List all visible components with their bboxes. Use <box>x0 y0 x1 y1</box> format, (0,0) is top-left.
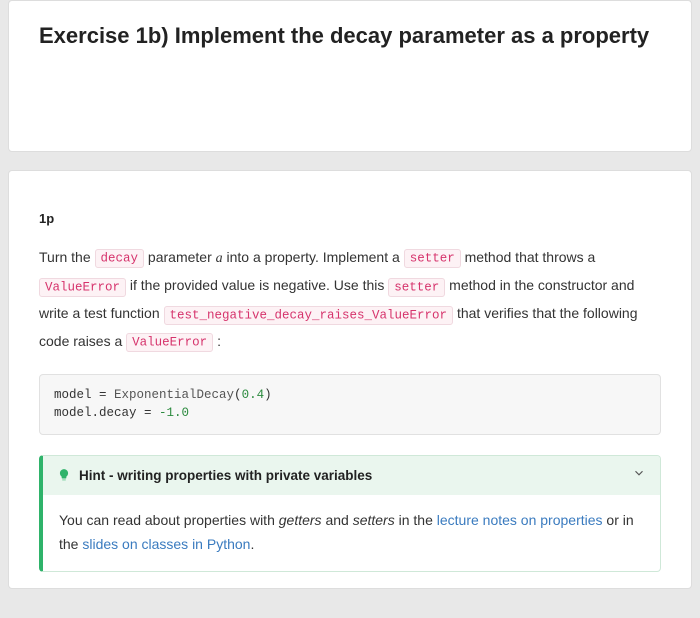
code-valueerror: ValueError <box>39 278 126 297</box>
text-segment: parameter <box>144 249 216 265</box>
hint-header-left: Hint - writing properties with private v… <box>57 468 372 484</box>
hint-box: Hint - writing properties with private v… <box>39 455 661 572</box>
text-segment: if the provided value is negative. Use t… <box>126 277 388 293</box>
text-segment: and <box>322 512 353 528</box>
code-number: 0.4 <box>242 388 265 402</box>
code-decay: decay <box>95 249 145 268</box>
code-block: model = ExponentialDecay(0.4) model.deca… <box>39 374 661 436</box>
hint-body: You can read about properties with gette… <box>43 495 660 571</box>
code-setter: setter <box>388 278 445 297</box>
text-segment: : <box>213 333 221 349</box>
points-label: 1p <box>39 211 661 226</box>
code-test-function: test_negative_decay_raises_ValueError <box>164 306 454 325</box>
slides-link[interactable]: slides on classes in Python <box>82 536 250 552</box>
title-card: Exercise 1b) Implement the decay paramet… <box>8 0 692 152</box>
code-setter: setter <box>404 249 461 268</box>
getters-em: getters <box>279 512 322 528</box>
content-card: 1p Turn the decay parameter a into a pro… <box>8 170 692 589</box>
hint-title: Hint - writing properties with private v… <box>79 468 372 483</box>
text-segment: . <box>250 536 254 552</box>
text-segment: You can read about properties with <box>59 512 279 528</box>
code-text: ) <box>264 388 272 402</box>
code-text: model.decay = <box>54 406 159 420</box>
code-valueerror: ValueError <box>126 333 213 352</box>
text-segment: method that throws a <box>461 249 596 265</box>
code-text: ExponentialDecay <box>114 388 234 402</box>
exercise-title: Exercise 1b) Implement the decay paramet… <box>39 21 661 51</box>
var-a: a <box>216 251 223 266</box>
text-segment: in the <box>395 512 437 528</box>
code-text: ( <box>234 388 242 402</box>
hint-header[interactable]: Hint - writing properties with private v… <box>43 456 660 495</box>
code-number: -1.0 <box>159 406 189 420</box>
lecture-notes-link[interactable]: lecture notes on properties <box>437 512 603 528</box>
chevron-down-icon <box>632 466 646 485</box>
text-segment: Turn the <box>39 249 95 265</box>
text-segment: into a property. Implement a <box>223 249 404 265</box>
lightbulb-icon <box>57 468 71 484</box>
code-text: model = <box>54 388 114 402</box>
instructions-text: Turn the decay parameter a into a proper… <box>39 244 661 356</box>
setters-em: setters <box>353 512 395 528</box>
